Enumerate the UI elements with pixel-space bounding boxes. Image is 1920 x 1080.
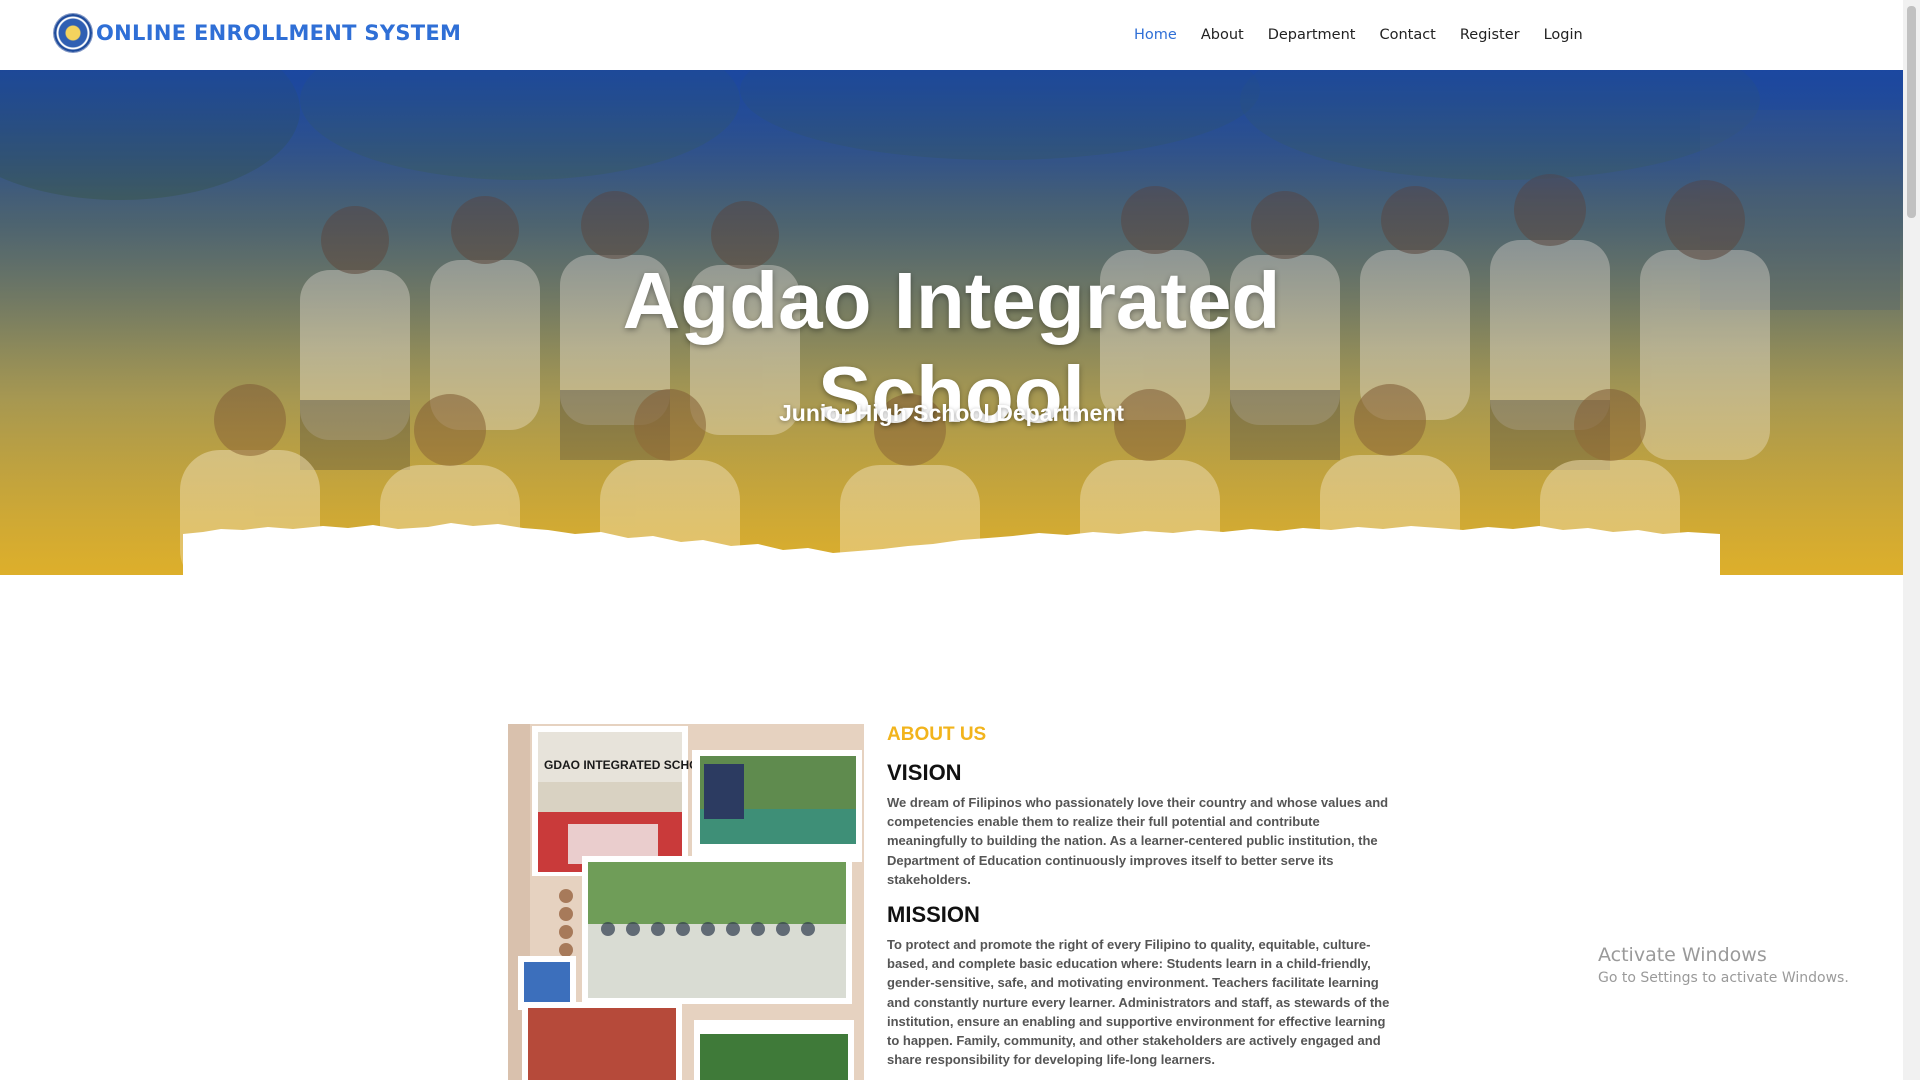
- mission-text: To protect and promote the right of ever…: [887, 937, 1390, 1068]
- watermark-title: Activate Windows: [1598, 944, 1767, 966]
- nav-contact-link[interactable]: Contact: [1379, 27, 1435, 43]
- mission-heading: MISSION: [887, 902, 980, 927]
- nav-department-link[interactable]: Department: [1268, 27, 1356, 43]
- hero-banner: Agdao Integrated School Junior High Scho…: [0, 70, 1903, 575]
- vision-text: We dream of Filipinos who passionately l…: [887, 795, 1389, 887]
- about-us-kicker: ABOUT US: [887, 724, 987, 745]
- top-navbar: ONLINE ENROLLMENT SYSTEM Home About Depa…: [0, 0, 1902, 70]
- torn-paper-divider: [183, 523, 1720, 575]
- nav-about-link[interactable]: About: [1201, 27, 1244, 43]
- nav-register-link[interactable]: Register: [1460, 27, 1520, 43]
- hero-title-line2: School: [818, 349, 1085, 439]
- collage-image: GDAO INTEGRATED SCHOOL: [508, 724, 864, 1080]
- brand-home-link[interactable]: ONLINE ENROLLMENT SYSTEM: [54, 14, 461, 52]
- scrollbar-thumb[interactable]: [1907, 6, 1916, 218]
- watermark-subtitle: Go to Settings to activate Windows.: [1598, 970, 1849, 986]
- school-seal-icon: [54, 14, 92, 52]
- school-photo-collage: GDAO INTEGRATED SCHOOL: [508, 724, 864, 1080]
- page-scrollbar[interactable]: [1903, 0, 1920, 1080]
- nav-home-link[interactable]: Home: [1134, 27, 1177, 43]
- activate-windows-watermark: Activate Windows Go to Settings to activ…: [1598, 944, 1849, 986]
- hero-title-line1: Agdao Integrated: [622, 255, 1281, 345]
- collage-sign-text: GDAO INTEGRATED SCHOOL: [544, 758, 715, 772]
- hero-subtitle: Junior High School Department: [778, 400, 1125, 426]
- vision-heading: VISION: [887, 760, 962, 785]
- brand-title: ONLINE ENROLLMENT SYSTEM: [96, 21, 462, 45]
- main-nav: Home About Department Contact Register L…: [1134, 0, 1607, 70]
- nav-login-link[interactable]: Login: [1544, 27, 1583, 43]
